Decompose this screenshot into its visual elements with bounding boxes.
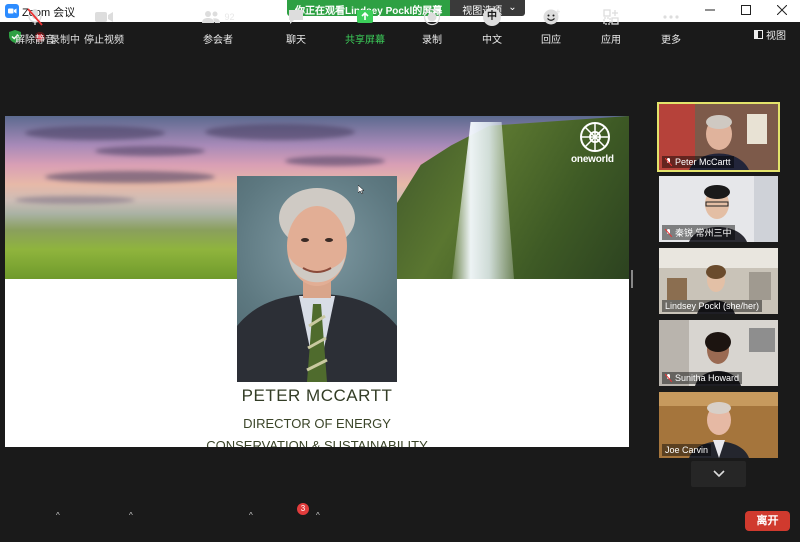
participant-tile[interactable]: Joe Carvin [659, 392, 778, 458]
reactions-label: 回应 [541, 35, 561, 46]
svg-text:+: + [555, 8, 560, 16]
gallery-next-button[interactable] [691, 461, 746, 487]
maximize-button[interactable] [728, 0, 764, 22]
participant-name-tag: 秦锐 常州三中 [662, 225, 735, 240]
apps-label: 应用 [601, 35, 621, 46]
share-screen-label: 共享屏幕 [345, 35, 385, 46]
participant-name: 秦锐 常州三中 [675, 228, 732, 238]
share-screen-icon [357, 10, 373, 23]
chat-button[interactable]: 聊天 [284, 8, 308, 46]
chat-bubble-icon [289, 10, 303, 24]
participant-name: Peter McCartt [675, 157, 731, 167]
mic-muted-icon [665, 374, 672, 382]
mic-muted-icon [665, 228, 672, 237]
panel-splitter-handle[interactable] [631, 270, 633, 288]
unmute-label: 解除静音 [15, 35, 55, 46]
participant-tile[interactable]: Peter McCartt [657, 102, 780, 172]
participant-tile[interactable]: 秦锐 常州三中 [659, 176, 778, 242]
record-button[interactable]: 录制 [420, 8, 444, 46]
language-button[interactable]: 中 中文 [480, 8, 504, 46]
close-button[interactable] [764, 0, 800, 22]
leave-button[interactable]: 离开 [745, 511, 790, 531]
video-camera-icon [95, 12, 113, 22]
speaker-name: PETER MCCARTT [241, 386, 393, 405]
more-button[interactable]: 更多 [659, 8, 683, 46]
minimize-button[interactable] [692, 0, 728, 22]
language-icon: 中 [483, 8, 501, 26]
chat-label: 聊天 [286, 35, 306, 46]
smiley-icon: + [543, 8, 560, 25]
speaker-title: DIRECTOR OF ENERGY [243, 416, 391, 431]
close-icon [776, 4, 788, 16]
shared-screen: oneworld PETER MCCARTT DIRECTOR OF ENERG… [5, 116, 629, 447]
participant-tile[interactable]: Lindsey Pockl (she/her) [659, 248, 778, 314]
more-dots-icon [663, 15, 679, 19]
apps-button[interactable]: 应用 [599, 8, 623, 46]
chevron-down-icon [712, 470, 725, 478]
record-icon [423, 8, 441, 26]
chat-unread-badge: 3 [297, 503, 309, 515]
participant-name-tag: Peter McCartt [662, 156, 734, 168]
participants-count: 92 [224, 12, 235, 22]
meeting-toolbar [0, 495, 800, 542]
minimize-icon [705, 9, 715, 11]
mic-muted-icon [27, 8, 43, 26]
video-options-caret-icon[interactable]: ^ [129, 511, 133, 520]
unmute-button[interactable]: 解除静音 [15, 8, 55, 46]
chevron-down-icon: ⌄ [508, 2, 517, 13]
participants-options-caret-icon[interactable]: ^ [249, 511, 253, 520]
participant-tile[interactable]: Sunitha Howard [659, 320, 778, 386]
participant-name-tag: Sunitha Howard [662, 372, 743, 384]
oneworld-logo-text: oneworld [571, 154, 614, 165]
view-button[interactable]: 视图 [754, 27, 786, 42]
stop-video-label: 停止视频 [84, 35, 124, 46]
share-screen-button[interactable]: 共享屏幕 [343, 8, 387, 46]
maximize-icon [741, 5, 751, 15]
participants-icon [202, 11, 221, 23]
audio-options-caret-icon[interactable]: ^ [56, 511, 60, 520]
participant-name: Sunitha Howard [675, 373, 740, 383]
view-layout-icon [754, 30, 763, 39]
view-button-label: 视图 [766, 31, 786, 42]
participant-name: Lindsey Pockl (she/her) [665, 301, 760, 311]
more-label: 更多 [661, 35, 681, 46]
participant-name-tag: Joe Carvin [662, 444, 712, 456]
language-label: 中文 [482, 35, 502, 46]
participants-label: 参会者 [203, 35, 233, 46]
stop-video-button[interactable]: 停止视频 [84, 8, 124, 46]
speaker-subtitle: CONSERVATION & SUSTAINABILITY [206, 438, 428, 447]
speaker-photo [237, 176, 397, 382]
chat-options-caret-icon[interactable]: ^ [316, 511, 320, 520]
mic-muted-icon [665, 158, 672, 166]
participants-button[interactable]: 92 参会者 [198, 8, 238, 46]
participant-name: Joe Carvin [665, 445, 709, 455]
record-label: 录制 [422, 35, 442, 46]
apps-icon [603, 9, 619, 25]
reactions-button[interactable]: + 回应 [539, 8, 563, 46]
mouse-pointer-icon [358, 185, 364, 194]
participant-name-tag: Lindsey Pockl (she/her) [662, 300, 763, 312]
